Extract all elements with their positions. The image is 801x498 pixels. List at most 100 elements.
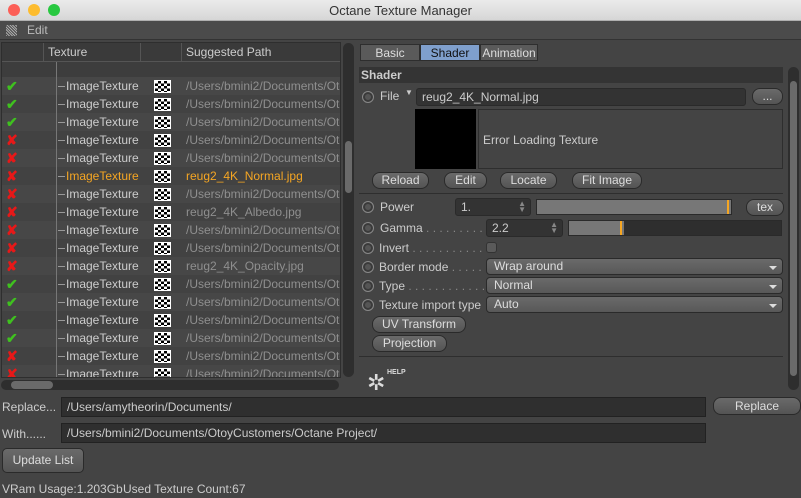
gamma-anim-radio[interactable] — [362, 222, 374, 234]
tab-basic[interactable]: Basic — [360, 44, 420, 61]
suggested-path: /Users/bmini2/Documents/Oto — [186, 349, 341, 363]
table-row[interactable]: ✔ ImageTexture /Users/bmini2/Documents/O… — [2, 95, 341, 113]
minimize-button[interactable] — [28, 4, 40, 16]
slider-handle[interactable] — [620, 221, 623, 235]
texture-name: ImageTexture — [58, 149, 139, 167]
type-label: Type . . . . . . . . . . . . . — [379, 279, 492, 293]
table-row[interactable]: ✘ ImageTexture /Users/bmini2/Documents/O… — [2, 131, 340, 149]
gamma-label-text: Gamma — [380, 221, 423, 235]
help-label[interactable]: HELP — [387, 369, 406, 376]
error-x-icon: ✘ — [6, 132, 18, 148]
suggested-path: /Users/bmini2/Documents/Oto — [186, 97, 341, 111]
with-input[interactable]: /Users/bmini2/Documents/OtoyCustomers/Oc… — [61, 423, 706, 443]
update-list-button[interactable]: Update List — [2, 448, 84, 473]
file-path-field[interactable]: reug2_4K_Normal.jpg — [416, 88, 746, 106]
table-row[interactable]: ✘ ImageTexture /Users/bmini2/Documents/O… — [2, 239, 340, 257]
type-anim-radio[interactable] — [362, 280, 374, 292]
suggested-path: reug2_4K_Albedo.jpg — [186, 205, 302, 219]
tree-vertical-scrollbar[interactable] — [343, 43, 354, 377]
check-icon: ✔ — [6, 96, 18, 112]
replace-input[interactable]: /Users/amytheorin/Documents/ — [61, 397, 706, 417]
error-x-icon: ✘ — [6, 168, 18, 184]
tex-button[interactable]: tex — [746, 199, 784, 216]
error-x-icon: ✘ — [6, 222, 18, 238]
border-mode-anim-radio[interactable] — [362, 261, 374, 273]
menu-bar — [0, 21, 801, 40]
browse-button[interactable]: ... — [752, 88, 783, 105]
table-row[interactable]: ✘ ImageTexture /Users/bmini2/Documents/O… — [2, 221, 341, 239]
uv-transform-button[interactable]: UV Transform — [372, 316, 466, 333]
power-slider[interactable] — [536, 199, 732, 215]
octane-help-icon[interactable]: ✲ — [367, 372, 385, 394]
check-icon: ✔ — [6, 294, 18, 310]
texture-name: ImageTexture — [58, 257, 139, 275]
checker-icon — [154, 116, 171, 129]
scroll-thumb[interactable] — [345, 141, 352, 193]
invert-checkbox[interactable] — [486, 242, 497, 253]
invert-anim-radio[interactable] — [362, 242, 374, 254]
menu-edit[interactable]: Edit — [27, 23, 48, 37]
texture-name: ImageTexture — [58, 185, 139, 203]
stepper-icon[interactable]: ▲ ▼ — [550, 221, 558, 235]
tab-shader[interactable]: Shader — [420, 44, 480, 61]
border-mode-dropdown[interactable]: Wrap around — [486, 258, 783, 275]
checker-icon — [154, 314, 171, 327]
table-row[interactable]: ✘ ImageTexture /Users/bmini2/Documents/O… — [2, 365, 340, 378]
locate-button[interactable]: Locate — [500, 172, 557, 189]
gamma-slider[interactable] — [568, 220, 782, 236]
error-x-icon: ✘ — [6, 240, 18, 256]
replace-button[interactable]: Replace — [713, 397, 801, 415]
import-type-dropdown[interactable]: Auto — [486, 296, 783, 313]
fit-image-button[interactable]: Fit Image — [572, 172, 642, 189]
table-row[interactable]: ✔ ImageTexture /Users/bmini2/Documents/O… — [2, 77, 340, 95]
table-row[interactable]: ✔ ImageTexture /Users/bmini2/Documents/O… — [2, 329, 340, 347]
import-type-anim-radio[interactable] — [362, 299, 374, 311]
texture-name: ImageTexture — [58, 311, 139, 329]
table-row[interactable]: ✘ ImageTexture /Users/bmini2/Documents/O… — [2, 347, 341, 365]
tree-horizontal-scrollbar[interactable] — [1, 380, 339, 390]
power-input[interactable]: 1. ▲ ▼ — [455, 198, 531, 216]
texture-name: ImageTexture — [58, 95, 139, 113]
grip-icon[interactable] — [6, 25, 17, 36]
scroll-thumb[interactable] — [790, 81, 797, 376]
window-title: Octane Texture Manager — [329, 3, 472, 18]
type-dropdown[interactable]: Normal — [486, 277, 783, 294]
file-anim-radio[interactable] — [362, 91, 374, 103]
suggested-path: /Users/bmini2/Documents/Oto — [186, 223, 341, 237]
texture-name: ImageTexture — [58, 239, 139, 257]
checker-icon — [154, 98, 171, 111]
close-button[interactable] — [8, 4, 20, 16]
checker-icon — [154, 368, 171, 377]
panel-vertical-scrollbar[interactable] — [788, 67, 799, 390]
table-row[interactable]: ✘ ImageTexture reug2_4K_Albedo.jpg — [2, 203, 340, 221]
slider-handle[interactable] — [727, 200, 729, 214]
gamma-input[interactable]: 2.2 ▲ ▼ — [486, 219, 563, 237]
edit-button[interactable]: Edit — [444, 172, 487, 189]
texture-name: ImageTexture — [58, 365, 139, 377]
table-row[interactable]: ✔ ImageTexture /Users/bmini2/Documents/O… — [2, 113, 340, 131]
table-row[interactable]: ✘ ImageTexture /Users/bmini2/Documents/O… — [2, 185, 340, 203]
error-message: Error Loading Texture — [483, 133, 599, 147]
checker-icon — [154, 224, 171, 237]
table-row[interactable]: ✘ ImageTexture reug2_4K_Opacity.jpg — [2, 257, 340, 275]
texture-tree[interactable]: Texture Suggested Path ✔ ImageTexture /U… — [1, 42, 341, 378]
texture-name: ImageTexture — [58, 293, 139, 311]
power-anim-radio[interactable] — [362, 201, 374, 213]
reload-button[interactable]: Reload — [372, 172, 429, 189]
gamma-value: 2.2 — [492, 221, 509, 235]
table-row[interactable]: ✔ ImageTexture /Users/bmini2/Documents/O… — [2, 275, 340, 293]
gamma-label: Gamma . . . . . . . . . . — [380, 221, 489, 235]
table-row[interactable]: ✔ ImageTexture /Users/bmini2/Documents/O… — [2, 311, 340, 329]
tab-animation[interactable]: Animation — [480, 44, 538, 61]
table-row[interactable]: ✘ ImageTexture /Users/bmini2/Documents/O… — [2, 149, 340, 167]
error-x-icon: ✘ — [6, 366, 18, 378]
power-label: Power — [380, 200, 415, 214]
scroll-thumb[interactable] — [11, 381, 53, 389]
zoom-button[interactable] — [48, 4, 60, 16]
projection-button[interactable]: Projection — [372, 335, 447, 352]
stepper-icon[interactable]: ▲ ▼ — [518, 200, 526, 214]
caret-down-icon[interactable]: ▼ — [405, 88, 413, 97]
table-row[interactable]: ✘ ImageTexture reug2_4K_Normal.jpg — [2, 167, 340, 185]
table-row[interactable]: ✔ ImageTexture /Users/bmini2/Documents/O… — [2, 293, 340, 311]
texture-name: ImageTexture — [58, 275, 139, 293]
